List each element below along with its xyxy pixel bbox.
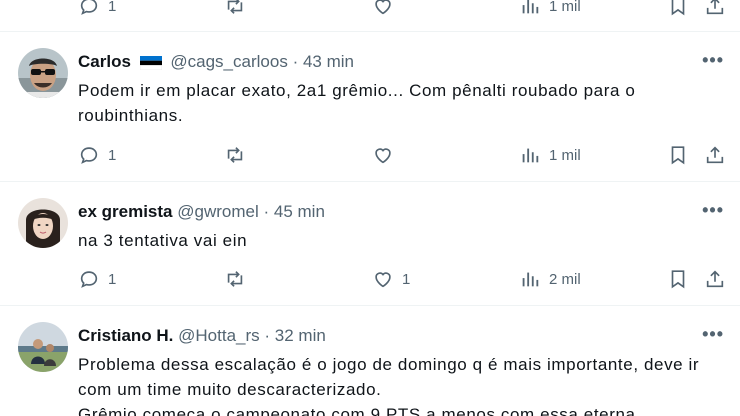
share-icon: [704, 0, 726, 17]
more-options-icon[interactable]: •••: [702, 50, 724, 71]
views-icon: [519, 268, 541, 290]
bookmark-icon: [667, 144, 689, 166]
retweet-icon: [224, 0, 246, 17]
estonia-flag-icon: [139, 54, 162, 71]
post-text: Problema dessa escalação é o jogo de dom…: [78, 355, 700, 416]
heart-icon: [372, 144, 394, 166]
views-button[interactable]: 1 mil: [519, 0, 581, 19]
user-handle[interactable]: @gwromel: [177, 202, 259, 221]
retweet-icon: [224, 268, 246, 290]
share-button[interactable]: [704, 0, 726, 19]
share-button[interactable]: [704, 142, 726, 168]
like-button[interactable]: 1: [372, 266, 410, 292]
reply-button[interactable]: 1: [78, 142, 116, 168]
post-2[interactable]: ex gremista @gwromel · 45 min ••• na 3 t…: [0, 182, 740, 306]
views-count: 1 mil: [549, 0, 581, 15]
user-handle[interactable]: @cags_carloos: [170, 52, 287, 71]
views-count: 1 mil: [549, 146, 581, 164]
bookmark-button[interactable]: [667, 142, 689, 168]
post-actions: 1 1 mil: [78, 0, 728, 19]
display-name[interactable]: ex gremista: [78, 202, 173, 221]
reply-count: 1: [108, 270, 117, 288]
avatar[interactable]: [18, 198, 68, 248]
avatar[interactable]: [18, 322, 68, 372]
share-icon: [704, 268, 726, 290]
reply-icon: [78, 268, 100, 290]
retweet-icon: [224, 144, 246, 166]
share-button[interactable]: [704, 266, 726, 292]
like-count: 1: [402, 270, 411, 288]
views-button[interactable]: 2 mil: [519, 266, 581, 292]
separator-dot: ·: [292, 52, 299, 71]
post-3[interactable]: Cristiano H. @Hotta_rs · 32 min ••• Prob…: [0, 306, 740, 416]
post-actions: 1 1 2 mil: [78, 266, 728, 292]
timestamp[interactable]: 45 min: [274, 202, 325, 221]
separator-dot: ·: [264, 326, 271, 345]
bookmark-icon: [667, 268, 689, 290]
user-handle[interactable]: @Hotta_rs: [178, 326, 260, 345]
views-count: 2 mil: [549, 270, 581, 288]
reply-button[interactable]: 1: [78, 266, 116, 292]
avatar[interactable]: [18, 48, 68, 98]
more-options-icon[interactable]: •••: [702, 200, 724, 221]
post-header: Carlos @cags_carloos · 43 min: [78, 51, 354, 73]
bookmark-button[interactable]: [667, 266, 689, 292]
display-name[interactable]: Carlos: [78, 52, 131, 71]
reply-icon: [78, 144, 100, 166]
post-text: na 3 tentativa vai ein: [78, 231, 248, 250]
heart-icon: [372, 0, 394, 17]
views-button[interactable]: 1 mil: [519, 142, 581, 168]
timestamp[interactable]: 32 min: [275, 326, 326, 345]
views-icon: [519, 0, 541, 17]
timestamp[interactable]: 43 min: [303, 52, 354, 71]
heart-icon: [372, 268, 394, 290]
post-actions: 1 1 mil: [78, 142, 728, 168]
reply-icon: [78, 0, 100, 17]
share-icon: [704, 144, 726, 166]
post-text: Podem ir em placar exato, 2a1 grêmio... …: [78, 81, 636, 125]
retweet-button[interactable]: [224, 142, 254, 168]
retweet-button[interactable]: [224, 266, 254, 292]
like-button[interactable]: [372, 0, 402, 19]
reply-count: 1: [108, 146, 117, 164]
more-options-icon[interactable]: •••: [702, 324, 724, 345]
retweet-button[interactable]: [224, 0, 254, 19]
post-header: Cristiano H. @Hotta_rs · 32 min: [78, 325, 326, 347]
post-header: ex gremista @gwromel · 45 min: [78, 201, 325, 223]
bookmark-icon: [667, 0, 689, 17]
post-0[interactable]: 1 1 mil: [0, 0, 740, 32]
reply-button[interactable]: 1: [78, 0, 116, 19]
separator-dot: ·: [263, 202, 270, 221]
bookmark-button[interactable]: [667, 0, 689, 19]
display-name[interactable]: Cristiano H.: [78, 326, 173, 345]
reply-count: 1: [108, 0, 117, 15]
post-1[interactable]: Carlos @cags_carloos · 43 min ••• Podem …: [0, 32, 740, 182]
like-button[interactable]: [372, 142, 402, 168]
views-icon: [519, 144, 541, 166]
